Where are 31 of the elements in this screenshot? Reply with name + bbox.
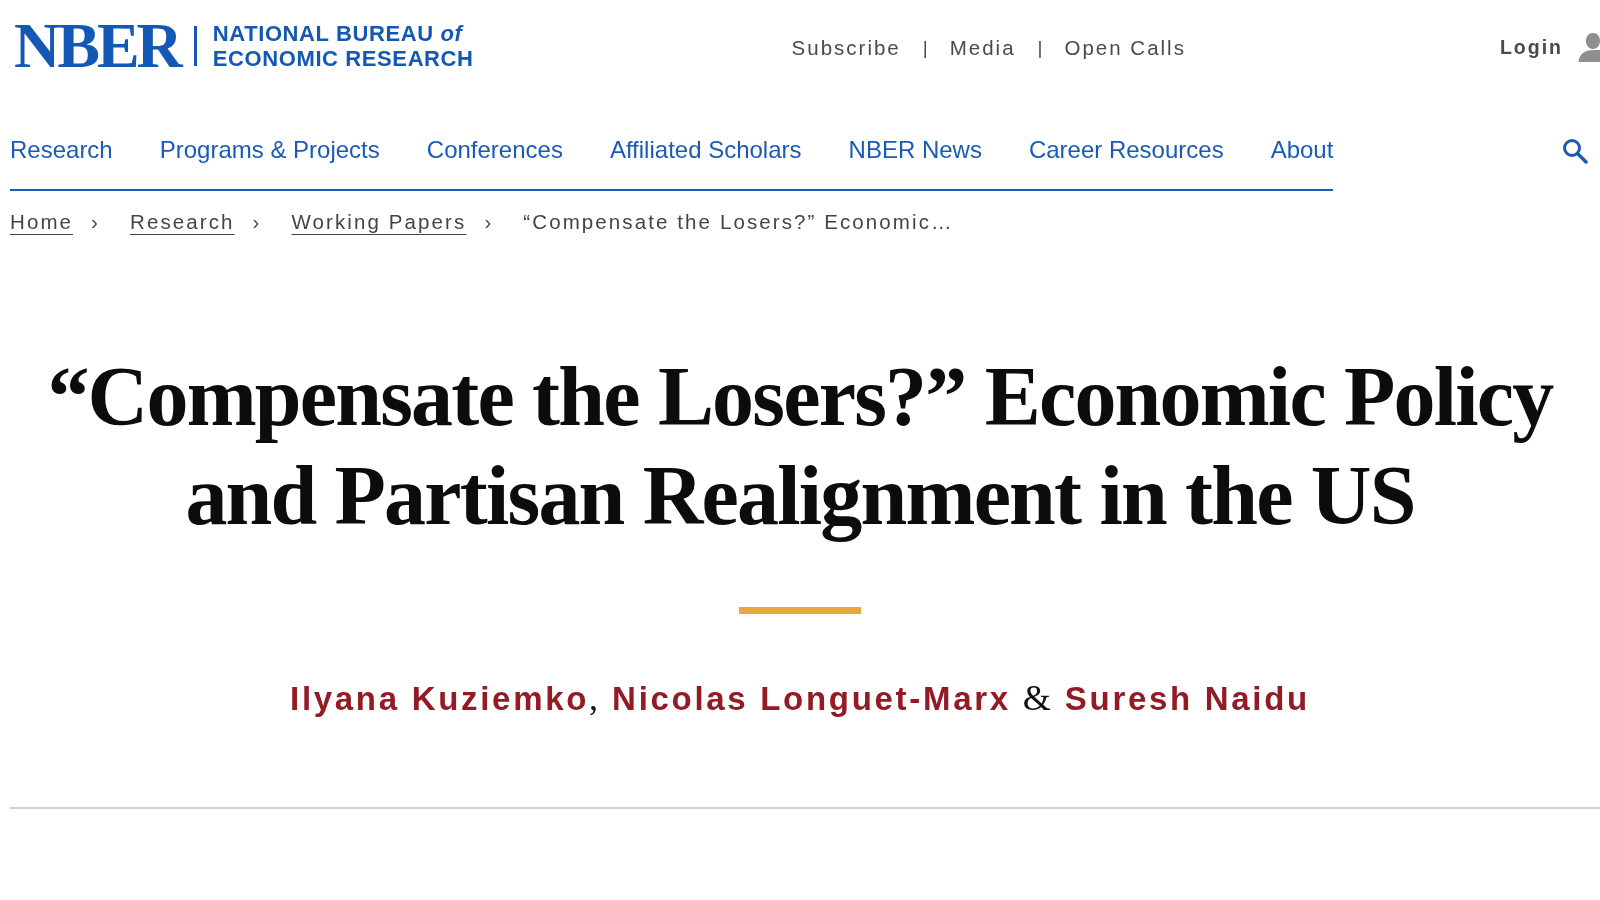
user-icon[interactable] bbox=[1578, 32, 1600, 62]
author-separator: , bbox=[589, 678, 599, 718]
search-icon[interactable] bbox=[1562, 138, 1588, 164]
separator-text: | bbox=[1037, 37, 1043, 59]
utility-link[interactable]: Open Calls bbox=[1064, 36, 1186, 60]
chevron-text: › bbox=[91, 209, 101, 235]
author-link[interactable]: Ilyana Kuziemko bbox=[290, 680, 590, 717]
author-link[interactable]: Suresh Naidu bbox=[1064, 680, 1310, 717]
breadcrumb-link[interactable]: Home bbox=[10, 207, 74, 237]
nav-link[interactable]: Affiliated Scholars bbox=[609, 136, 802, 163]
separator-text: | bbox=[922, 37, 928, 59]
utility-link[interactable]: Subscribe bbox=[791, 36, 901, 60]
logo-wordmark[interactable]: NBER bbox=[14, 20, 180, 72]
author-link[interactable]: Nicolas Longuet-Marx bbox=[612, 680, 1011, 717]
author-separator: & bbox=[1022, 678, 1051, 718]
breadcrumb-current: “Compensate the Losers?” Economic… bbox=[523, 209, 954, 235]
utility-link[interactable]: Media bbox=[949, 36, 1016, 60]
nav-link[interactable]: About bbox=[1270, 136, 1334, 163]
nav-link[interactable]: NBER News bbox=[848, 136, 982, 163]
nav-link[interactable]: Programs & Projects bbox=[159, 136, 380, 163]
paper-title: “Compensate the Losers?” Economic Policy and Partisan Realignment in the US bbox=[47, 349, 1553, 544]
breadcrumb-link[interactable]: Research bbox=[130, 207, 235, 237]
nav-link[interactable]: Career Resources bbox=[1028, 136, 1224, 163]
login-link[interactable]: Login bbox=[1499, 35, 1563, 59]
chevron-text: › bbox=[484, 209, 494, 235]
nav-link[interactable]: Conferences bbox=[426, 136, 563, 163]
breadcrumb-link[interactable]: Working Papers bbox=[291, 207, 467, 237]
chevron-text: › bbox=[252, 209, 262, 235]
nav-link[interactable]: Research bbox=[10, 136, 113, 163]
logo-divider bbox=[193, 26, 197, 66]
logo-name[interactable]: NATIONAL BUREAU of ECONOMIC RESEARCH bbox=[212, 21, 474, 71]
